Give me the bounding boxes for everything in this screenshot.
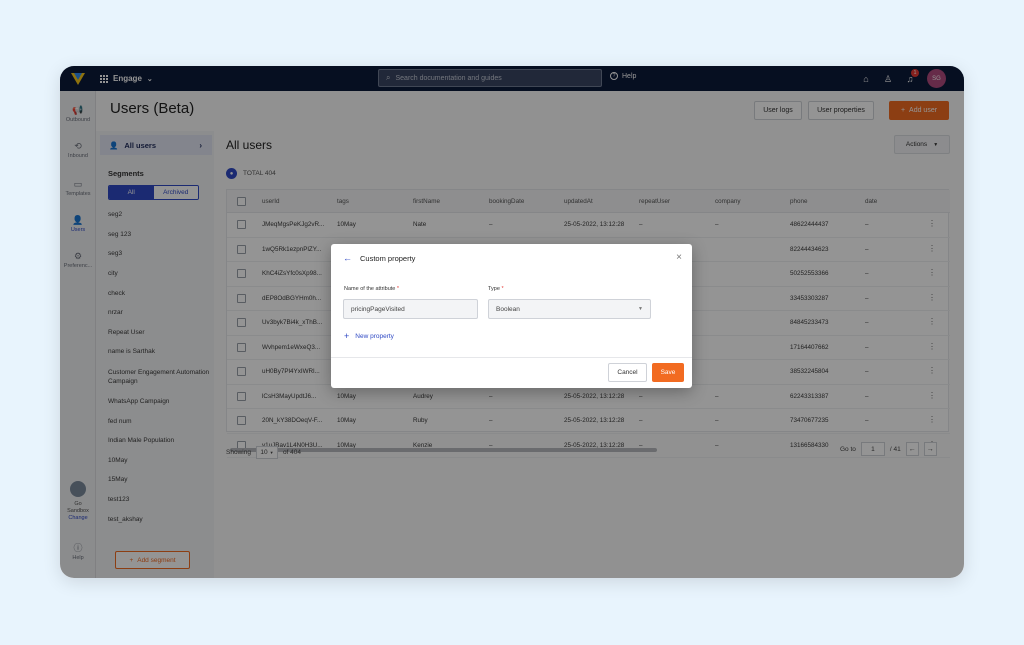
plus-icon: + — [344, 331, 350, 341]
caret-down-icon: ▼ — [638, 306, 643, 312]
attribute-name-label: Name of the attribute * — [344, 286, 400, 292]
modal-divider — [331, 357, 692, 358]
modal-title: Custom property — [360, 253, 416, 263]
save-button[interactable]: Save — [652, 363, 684, 382]
new-property-link[interactable]: + New property — [344, 331, 394, 341]
cancel-button[interactable]: Cancel — [608, 363, 647, 382]
attribute-name-input[interactable]: pricingPageVisited — [343, 299, 478, 319]
close-icon[interactable]: × — [676, 252, 682, 263]
back-arrow-icon[interactable]: ← — [343, 253, 352, 263]
type-label: Type * — [488, 286, 504, 292]
attribute-name-value: pricingPageVisited — [351, 305, 405, 313]
modal-header: ← Custom property — [331, 244, 692, 272]
type-select[interactable]: Boolean ▼ — [488, 299, 651, 319]
type-value: Boolean — [496, 305, 520, 313]
custom-property-modal: ← Custom property × Name of the attribut… — [331, 244, 692, 388]
new-property-label: New property — [355, 332, 394, 340]
